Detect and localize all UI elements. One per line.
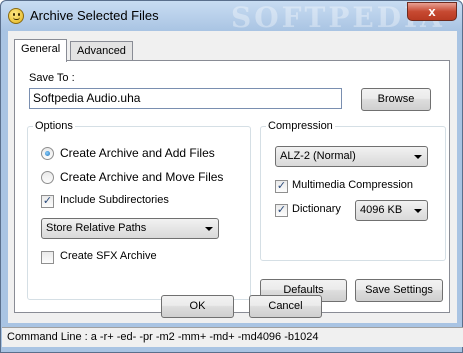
compression-group: Compression ALZ-2 (Normal) ✓ Multimedia … xyxy=(260,120,446,261)
window-title: Archive Selected Files xyxy=(30,8,159,23)
multimedia-checkbox[interactable]: ✓ xyxy=(275,180,288,193)
dictionary-label[interactable]: Dictionary xyxy=(292,203,341,215)
path-mode-select[interactable]: Store Relative Paths xyxy=(41,218,219,239)
general-tab-panel: Save To : Softpedia Audio.uha Browse Opt… xyxy=(14,60,450,313)
dictionary-checkbox[interactable]: ✓ xyxy=(275,204,288,217)
chevron-down-icon xyxy=(414,155,422,159)
multimedia-label[interactable]: Multimedia Compression xyxy=(292,179,413,191)
compression-method-value: ALZ-2 (Normal) xyxy=(280,150,356,162)
save-settings-button[interactable]: Save Settings xyxy=(355,279,443,302)
dictionary-size-value: 4096 KB xyxy=(360,204,403,216)
include-subdirs-checkbox[interactable]: ✓ xyxy=(41,195,54,208)
status-bar: Command Line : a -r+ -ed- -pr -m2 -mm+ -… xyxy=(2,327,463,347)
dictionary-size-select[interactable]: 4096 KB xyxy=(355,200,428,221)
dialog-client-area: General Advanced Save To : Softpedia Aud… xyxy=(8,31,457,323)
tab-general[interactable]: General xyxy=(14,39,68,62)
options-group: Options Create Archive and Add Files Cre… xyxy=(27,120,251,300)
archive-dialog-window: Archive Selected Files SOFTPEDIA x Gener… xyxy=(0,0,463,353)
tab-advanced[interactable]: Advanced xyxy=(70,41,133,62)
create-add-label[interactable]: Create Archive and Add Files xyxy=(60,146,215,160)
cancel-button[interactable]: Cancel xyxy=(249,295,322,318)
checkmark-icon: ✓ xyxy=(42,195,53,207)
options-group-title: Options xyxy=(33,120,75,132)
tab-advanced-label: Advanced xyxy=(77,45,126,57)
compression-group-title: Compression xyxy=(266,120,335,132)
create-move-label[interactable]: Create Archive and Move Files xyxy=(60,170,223,184)
sfx-label[interactable]: Create SFX Archive xyxy=(60,250,157,262)
ok-button[interactable]: OK xyxy=(161,295,234,318)
save-to-label: Save To : xyxy=(29,72,75,84)
close-button[interactable]: x xyxy=(407,2,457,21)
browse-button[interactable]: Browse xyxy=(361,88,431,111)
sfx-checkbox[interactable] xyxy=(41,251,54,264)
chevron-down-icon xyxy=(414,209,422,213)
command-line-text: Command Line : a -r+ -ed- -pr -m2 -mm+ -… xyxy=(7,331,319,343)
close-icon: x xyxy=(428,4,436,19)
compression-method-select[interactable]: ALZ-2 (Normal) xyxy=(275,146,428,167)
smiley-app-icon xyxy=(8,8,24,24)
save-to-path-input[interactable]: Softpedia Audio.uha xyxy=(29,88,342,109)
create-add-radio[interactable] xyxy=(41,147,54,160)
tab-general-label: General xyxy=(21,43,61,55)
chevron-down-icon xyxy=(205,227,213,231)
include-subdirs-label[interactable]: Include Subdirectories xyxy=(60,194,169,206)
checkmark-icon: ✓ xyxy=(276,180,287,192)
checkmark-icon: ✓ xyxy=(276,204,287,216)
path-mode-value: Store Relative Paths xyxy=(46,222,147,234)
create-move-radio[interactable] xyxy=(41,171,54,184)
title-bar[interactable]: Archive Selected Files SOFTPEDIA x xyxy=(1,1,462,34)
